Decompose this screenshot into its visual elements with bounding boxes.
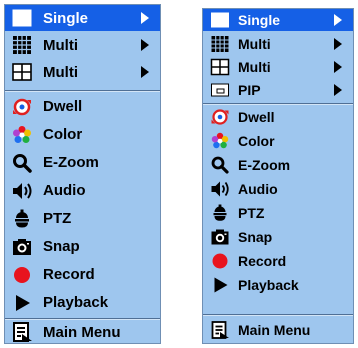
quad-icon — [210, 58, 230, 76]
menu-item-main-menu[interactable]: Main Menu — [203, 316, 353, 343]
record-icon — [210, 252, 230, 270]
menu-item-label: Record — [238, 253, 287, 269]
color-icon — [210, 132, 230, 150]
submenu-arrow-icon — [333, 60, 343, 73]
menu-item-snap[interactable]: Snap — [203, 225, 353, 249]
menu-item-label: Playback — [238, 277, 299, 293]
menu-item-color[interactable]: Color — [5, 121, 160, 148]
menu-item-label: E-Zoom — [238, 157, 291, 173]
menu-item-label: Audio — [43, 182, 86, 199]
grid-icon — [210, 35, 230, 53]
color-icon — [11, 125, 33, 145]
menu-item-main-menu[interactable]: Main Menu — [5, 320, 160, 344]
menu-item-pip[interactable]: PIP — [203, 78, 353, 101]
dwell-icon — [210, 108, 230, 126]
menu-item-label: Single — [43, 9, 89, 27]
menu-item-multi-grid[interactable]: Multi — [203, 32, 353, 55]
white-box-icon — [210, 11, 230, 29]
menu-item-label: Multi — [43, 63, 78, 81]
menu-item-ezoom[interactable]: E-Zoom — [5, 149, 160, 176]
menu-item-label: Multi — [238, 58, 271, 75]
submenu-arrow-icon — [140, 66, 150, 78]
dwell-icon — [11, 97, 33, 117]
main-menu-icon — [210, 320, 230, 339]
ptz-icon — [210, 204, 230, 222]
context-menu-right: Single Multi Multi PIP Dwell Color E-Zoo… — [202, 8, 354, 344]
submenu-arrow-icon — [333, 83, 343, 96]
quad-icon — [11, 62, 33, 82]
main-menu-icon — [11, 322, 33, 342]
magnifier-icon — [11, 153, 33, 173]
speaker-icon — [11, 181, 33, 201]
menu-item-audio[interactable]: Audio — [203, 177, 353, 201]
menu-divider-highlight — [5, 91, 160, 92]
menu-item-dwell[interactable]: Dwell — [5, 93, 160, 120]
menu-item-snap[interactable]: Snap — [5, 233, 160, 260]
ptz-icon — [11, 209, 33, 229]
menu-item-label: E-Zoom — [43, 154, 99, 171]
grid-icon — [11, 35, 33, 55]
submenu-arrow-icon — [140, 12, 150, 24]
menu-item-color[interactable]: Color — [203, 129, 353, 153]
camera-icon — [210, 228, 230, 246]
menu-item-label: Dwell — [238, 109, 275, 125]
menu-item-label: Record — [43, 266, 95, 283]
menu-item-label: PTZ — [43, 210, 72, 227]
menu-item-dwell[interactable]: Dwell — [203, 105, 353, 129]
camera-icon — [11, 237, 33, 257]
menu-item-multi-quad[interactable]: Multi — [203, 55, 353, 78]
magnifier-icon — [210, 156, 230, 174]
menu-item-ptz[interactable]: PTZ — [203, 201, 353, 225]
menu-item-multi-grid[interactable]: Multi — [5, 32, 160, 58]
menu-item-label: Main Menu — [238, 321, 311, 338]
menu-item-record[interactable]: Record — [5, 261, 160, 288]
menu-item-record[interactable]: Record — [203, 249, 353, 273]
menu-item-multi-quad[interactable]: Multi — [5, 59, 160, 85]
menu-item-label: Audio — [238, 181, 278, 197]
menu-item-label: PIP — [238, 81, 261, 98]
menu-item-label: Multi — [238, 35, 271, 52]
play-icon — [210, 276, 230, 294]
menu-item-label: Dwell — [43, 98, 83, 115]
menu-item-label: Main Menu — [43, 323, 121, 341]
menu-item-label: PTZ — [238, 205, 265, 221]
submenu-arrow-icon — [333, 37, 343, 50]
menu-item-ptz[interactable]: PTZ — [5, 205, 160, 232]
menu-item-audio[interactable]: Audio — [5, 177, 160, 204]
menu-item-playback[interactable]: Playback — [5, 289, 160, 316]
menu-item-ezoom[interactable]: E-Zoom — [203, 153, 353, 177]
menu-item-label: Multi — [43, 36, 78, 54]
record-icon — [11, 265, 33, 285]
menu-item-playback[interactable]: Playback — [203, 273, 353, 297]
submenu-arrow-icon — [140, 39, 150, 51]
pip-icon — [210, 81, 230, 99]
menu-item-label: Playback — [43, 294, 109, 311]
white-box-icon — [11, 8, 33, 28]
menu-item-label: Snap — [238, 229, 273, 245]
menu-item-single[interactable]: Single — [203, 9, 353, 31]
menu-item-label: Snap — [43, 238, 80, 255]
speaker-icon — [210, 180, 230, 198]
menu-item-single[interactable]: Single — [5, 5, 160, 31]
menu-item-label: Single — [238, 12, 281, 28]
play-icon — [11, 293, 33, 313]
menu-item-label: Color — [43, 126, 83, 143]
submenu-arrow-icon — [333, 14, 343, 26]
context-menu-left: Single Multi Multi Dwell Color E-Zoom Au… — [4, 4, 161, 344]
menu-item-label: Color — [238, 133, 275, 149]
